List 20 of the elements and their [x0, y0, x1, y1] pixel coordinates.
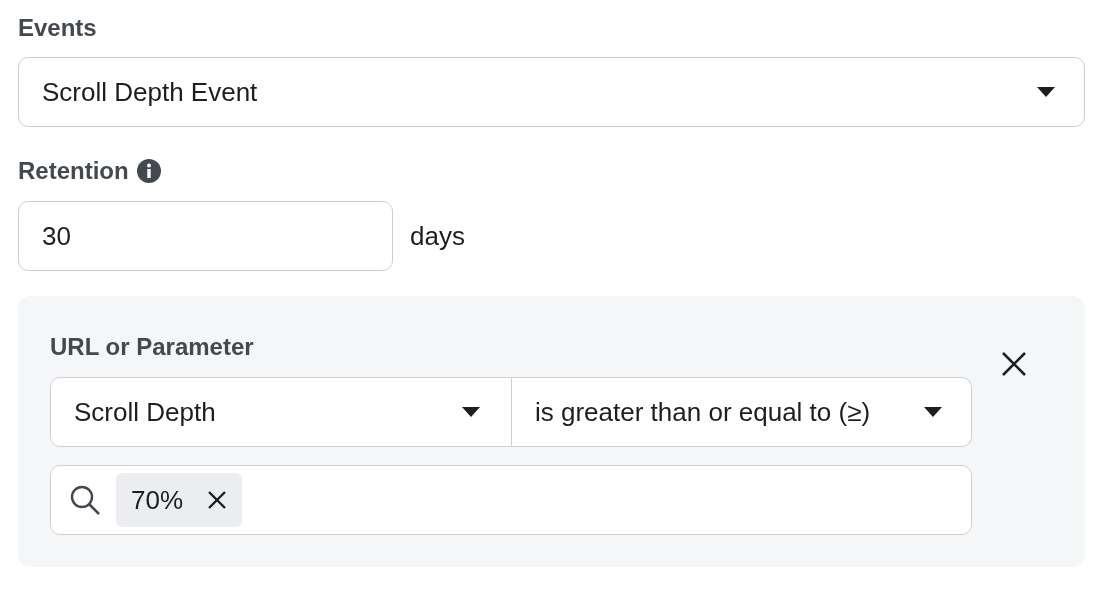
caret-icon — [923, 406, 943, 418]
info-icon[interactable] — [136, 159, 161, 183]
search-field[interactable]: 70% — [50, 465, 972, 535]
field-label: Events — [18, 13, 97, 43]
dropdown-value: Scroll Depth Event — [42, 75, 259, 109]
events-dropdown[interactable]: Scroll Depth Event — [18, 57, 1085, 127]
retention-input[interactable]: 30 — [18, 201, 393, 271]
dropdown-value: is greater than or equal to (≥) — [535, 395, 872, 429]
caret-icon — [1036, 86, 1056, 98]
close-icon[interactable] — [1001, 351, 1027, 377]
field-dropdown[interactable]: Scroll Depth — [50, 377, 512, 447]
dropdown-value: Scroll Depth — [74, 395, 217, 429]
caret-icon — [461, 406, 481, 418]
chip-label: 70% — [131, 483, 184, 517]
field-label: Retention — [18, 156, 129, 186]
search-icon — [69, 484, 101, 516]
operator-dropdown[interactable]: is greater than or equal to (≥) — [512, 377, 972, 447]
field-label: URL or Parameter — [50, 332, 254, 362]
remove-icon[interactable] — [207, 490, 228, 510]
unit-label: days — [410, 219, 465, 253]
